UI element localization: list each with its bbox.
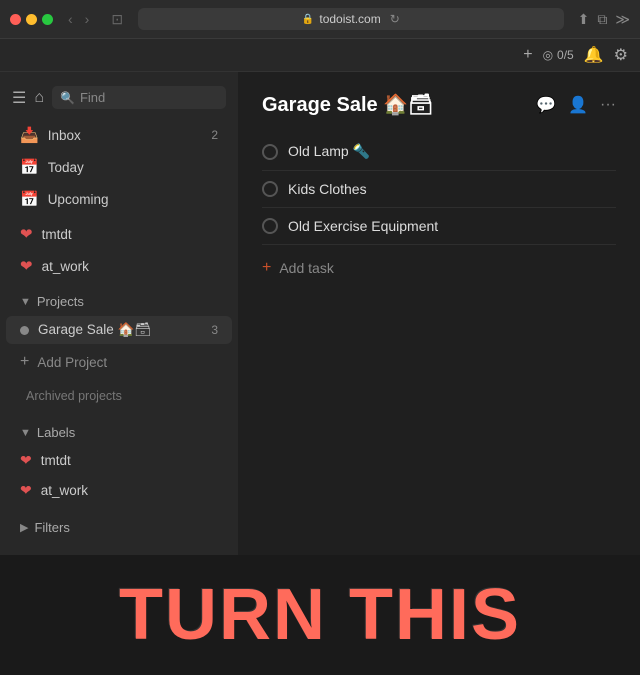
sidebar-item-upcoming[interactable]: 📅 Upcoming bbox=[6, 184, 232, 214]
hamburger-icon[interactable]: ☰ bbox=[12, 88, 26, 108]
karma-icon: ◎ bbox=[543, 48, 553, 62]
browser-chrome: ‹ › ⊡ 🔒 todoist.com ↻ ⬆ ⧉ ≫ bbox=[0, 0, 640, 39]
sidebar: ☰ ⌂ 🔍 Find 📥 Inbox 2 📅 Today 📅 Upcoming … bbox=[0, 72, 238, 589]
projects-section-label: Projects bbox=[37, 294, 84, 309]
add-task-label: Add task bbox=[279, 260, 333, 276]
browser-titlebar: ‹ › ⊡ 🔒 todoist.com ↻ ⬆ ⧉ ≫ bbox=[0, 0, 640, 38]
close-button[interactable] bbox=[10, 14, 21, 25]
labels-chevron-icon: ▼ bbox=[20, 427, 31, 439]
today-label: Today bbox=[48, 160, 218, 175]
window-button[interactable]: ⊡ bbox=[106, 9, 128, 30]
main-actions: 💬 👤 ··· bbox=[536, 95, 616, 115]
today-icon: 📅 bbox=[20, 158, 39, 176]
forward-button[interactable]: › bbox=[80, 9, 95, 29]
reload-icon[interactable]: ↻ bbox=[390, 12, 400, 26]
inbox-label: Inbox bbox=[48, 128, 203, 143]
minimize-button[interactable] bbox=[26, 14, 37, 25]
search-placeholder: Find bbox=[80, 90, 105, 105]
labels-section-header[interactable]: ▼ Labels bbox=[6, 417, 232, 444]
filters-section-label: Filters bbox=[34, 520, 69, 535]
label-tmtdt-icon: ❤ bbox=[20, 452, 32, 469]
label-tmtdt-text: tmtdt bbox=[41, 453, 71, 468]
at-work-label: at_work bbox=[42, 259, 218, 274]
comment-icon[interactable]: 💬 bbox=[536, 95, 556, 115]
browser-nav: ‹ › bbox=[63, 9, 94, 29]
maximize-button[interactable] bbox=[42, 14, 53, 25]
add-task-icon: + bbox=[262, 259, 271, 277]
browser-actions: ⬆ ⧉ ≫ bbox=[578, 11, 630, 28]
task-text-1: Old Lamp 🔦 bbox=[288, 143, 616, 160]
project-title: Garage Sale 🏠🗃 bbox=[262, 92, 433, 117]
archived-projects-label[interactable]: Archived projects bbox=[6, 381, 232, 407]
sidebar-item-inbox[interactable]: 📥 Inbox 2 bbox=[6, 120, 232, 150]
label-at-work-icon: ❤ bbox=[20, 482, 32, 499]
notifications-icon[interactable]: 🔔 bbox=[584, 45, 604, 65]
tmtdt-label: tmtdt bbox=[42, 227, 218, 242]
table-row: Old Exercise Equipment bbox=[262, 208, 616, 245]
task-checkbox-2[interactable] bbox=[262, 181, 278, 197]
sidebar-item-today[interactable]: 📅 Today bbox=[6, 152, 232, 182]
tab-browser-icon[interactable]: ⧉ bbox=[597, 11, 607, 28]
task-text-2: Kids Clothes bbox=[288, 181, 616, 197]
url-text: todoist.com bbox=[319, 12, 380, 26]
labels-section: ▼ Labels ❤ tmtdt ❤ at_work bbox=[0, 413, 238, 506]
garage-sale-count: 3 bbox=[211, 323, 218, 337]
bottom-overlay: TURN THIS bbox=[0, 555, 640, 675]
tmtdt-icon: ❤ bbox=[20, 225, 33, 243]
add-project-button[interactable]: + Add Project bbox=[6, 347, 232, 377]
top-toolbar: + ◎ 0/5 🔔 ⚙ bbox=[0, 39, 640, 72]
home-icon[interactable]: ⌂ bbox=[34, 89, 44, 107]
inbox-icon: 📥 bbox=[20, 126, 39, 144]
lock-icon: 🔒 bbox=[302, 14, 314, 25]
overflow-browser-icon[interactable]: ≫ bbox=[615, 11, 630, 28]
add-project-icon: + bbox=[20, 353, 29, 371]
filters-section: ▶ Filters bbox=[0, 508, 238, 541]
task-checkbox-3[interactable] bbox=[262, 218, 278, 234]
labels-section-label: Labels bbox=[37, 425, 75, 440]
sidebar-item-garage-sale[interactable]: Garage Sale 🏠🗃 3 bbox=[6, 316, 232, 344]
projects-section-header[interactable]: ▼ Projects bbox=[6, 286, 232, 313]
address-bar[interactable]: 🔒 todoist.com ↻ bbox=[138, 8, 564, 30]
project-title-text: Garage Sale 🏠🗃 bbox=[262, 92, 433, 117]
search-icon: 🔍 bbox=[60, 91, 75, 105]
table-row: Old Lamp 🔦 bbox=[262, 133, 616, 171]
karma-badge[interactable]: ◎ 0/5 bbox=[543, 48, 574, 62]
traffic-lights bbox=[10, 14, 53, 25]
task-text-3: Old Exercise Equipment bbox=[288, 218, 616, 234]
sidebar-top: ☰ ⌂ 🔍 Find bbox=[0, 80, 238, 115]
task-list: Old Lamp 🔦 Kids Clothes Old Exercise Equ… bbox=[262, 133, 616, 245]
back-button[interactable]: ‹ bbox=[63, 9, 78, 29]
add-task-button[interactable]: + Add task bbox=[262, 249, 616, 287]
sidebar-item-label-at-work[interactable]: ❤ at_work bbox=[6, 476, 232, 505]
filters-chevron-icon: ▶ bbox=[20, 521, 28, 534]
sidebar-item-tmtdt[interactable]: ❤ tmtdt bbox=[6, 219, 232, 249]
garage-sale-dot bbox=[20, 326, 29, 335]
search-bar[interactable]: 🔍 Find bbox=[52, 86, 226, 109]
main-header: Garage Sale 🏠🗃 💬 👤 ··· bbox=[262, 92, 616, 117]
garage-sale-label: Garage Sale 🏠🗃 bbox=[38, 322, 202, 338]
settings-icon[interactable]: ⚙ bbox=[614, 45, 628, 65]
projects-chevron-icon: ▼ bbox=[20, 296, 31, 308]
more-options-icon[interactable]: ··· bbox=[600, 96, 616, 114]
app-layout: ☰ ⌂ 🔍 Find 📥 Inbox 2 📅 Today 📅 Upcoming … bbox=[0, 72, 640, 589]
upcoming-icon: 📅 bbox=[20, 190, 39, 208]
upcoming-label: Upcoming bbox=[48, 192, 218, 207]
main-content: Garage Sale 🏠🗃 💬 👤 ··· Old Lamp 🔦 Kids C… bbox=[238, 72, 640, 589]
share-browser-icon[interactable]: ⬆ bbox=[578, 11, 590, 28]
sidebar-item-at-work[interactable]: ❤ at_work bbox=[6, 251, 232, 281]
label-at-work-text: at_work bbox=[41, 483, 88, 498]
sidebar-item-label-tmtdt[interactable]: ❤ tmtdt bbox=[6, 446, 232, 475]
at-work-icon: ❤ bbox=[20, 257, 33, 275]
add-project-label: Add Project bbox=[37, 355, 107, 370]
task-checkbox-1[interactable] bbox=[262, 144, 278, 160]
karma-value: 0/5 bbox=[557, 48, 574, 62]
turn-this-text: TURN THIS bbox=[119, 574, 521, 656]
add-task-toolbar-button[interactable]: + bbox=[523, 46, 532, 64]
share-project-icon[interactable]: 👤 bbox=[568, 95, 588, 115]
table-row: Kids Clothes bbox=[262, 171, 616, 208]
filters-section-header[interactable]: ▶ Filters bbox=[6, 512, 232, 539]
inbox-badge: 2 bbox=[211, 128, 218, 142]
